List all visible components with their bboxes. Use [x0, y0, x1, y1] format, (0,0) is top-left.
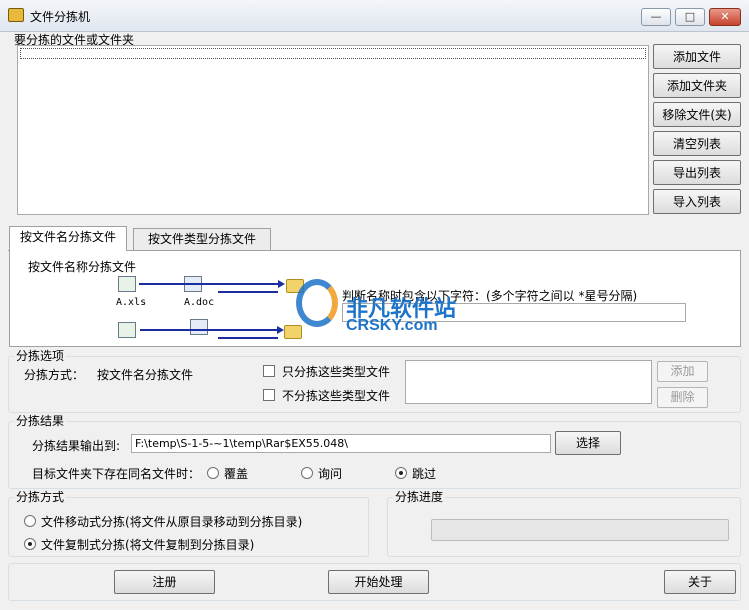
tab-panel-heading: 按文件名称分拣文件 [28, 260, 137, 274]
skip-radio[interactable] [395, 467, 407, 479]
output-path-field[interactable]: F:\temp\S-1-5-~1\temp\Rar$EX55.048\ [131, 434, 551, 453]
maximize-button[interactable]: □ [675, 8, 705, 26]
file-list[interactable] [17, 45, 649, 215]
move-mode-radio[interactable] [24, 515, 36, 527]
excel-file-icon [118, 322, 136, 338]
output-path-label: 分拣结果输出到: [32, 439, 121, 453]
minimize-button[interactable]: — [641, 8, 671, 26]
title-bar[interactable] [0, 0, 749, 32]
add-folder-button[interactable]: 添加文件夹 [653, 73, 741, 98]
app-icon [8, 8, 24, 22]
add-file-button[interactable]: 添加文件 [653, 44, 741, 69]
export-list-button[interactable]: 导出列表 [653, 160, 741, 185]
tab-by-filetype[interactable]: 按文件类型分拣文件 [133, 228, 271, 250]
except-types-label: 不分拣这些类型文件 [282, 389, 391, 403]
file-name-doc: A.doc [184, 297, 215, 308]
folder-icon [284, 325, 302, 339]
choose-output-button[interactable]: 选择 [555, 431, 621, 455]
progress-bar [431, 519, 729, 541]
start-button[interactable]: 开始处理 [328, 570, 429, 594]
import-list-button[interactable]: 导入列表 [653, 189, 741, 214]
arrow-line [140, 329, 278, 331]
arrow-head [277, 326, 284, 334]
existing-file-label: 目标文件夹下存在同名文件时： [32, 467, 201, 481]
add-type-button[interactable]: 添加 [657, 361, 708, 382]
copy-mode-radio[interactable] [24, 538, 36, 550]
skip-label: 跳过 [412, 467, 437, 481]
window-title: 文件分拣机 [30, 10, 91, 24]
only-types-label: 只分拣这些类型文件 [282, 365, 391, 379]
result-group-label: 分拣结果 [14, 414, 67, 428]
except-types-checkbox[interactable] [263, 389, 275, 401]
list-focus-row [20, 48, 646, 59]
options-group-label: 分拣选项 [14, 349, 67, 363]
overwrite-label: 覆盖 [224, 467, 249, 481]
overwrite-radio[interactable] [207, 467, 219, 479]
output-path-value: F:\temp\S-1-5-~1\temp\Rar$EX55.048\ [135, 437, 349, 450]
remove-file-button[interactable]: 移除文件(夹) [653, 102, 741, 127]
file-types-textbox[interactable] [405, 360, 652, 404]
delete-type-button[interactable]: 删除 [657, 387, 708, 408]
progress-group-label: 分拣进度 [393, 490, 446, 504]
copy-mode-label: 文件复制式分拣(将文件复制到分拣目录) [41, 538, 255, 552]
arrow-line [139, 283, 279, 285]
close-button[interactable]: ✕ [709, 8, 741, 26]
register-button[interactable]: 注册 [114, 570, 215, 594]
watermark-logo-icon [296, 279, 338, 327]
arrow-line [218, 291, 278, 293]
only-types-checkbox[interactable] [263, 365, 275, 377]
sort-method-value: 按文件名分拣文件 [97, 368, 194, 382]
tab-by-filename[interactable]: 按文件名分拣文件 [9, 226, 127, 251]
arrow-line [218, 337, 278, 339]
excel-file-icon [118, 276, 136, 292]
ask-label: 询问 [318, 467, 343, 481]
arrow-head [278, 280, 285, 288]
move-mode-label: 文件移动式分拣(将文件从原目录移动到分拣目录) [41, 515, 303, 529]
sort-method-label: 分拣方式： [24, 368, 85, 382]
word-file-icon [190, 319, 208, 335]
mode-group-label: 分拣方式 [14, 490, 67, 504]
clear-list-button[interactable]: 清空列表 [653, 131, 741, 156]
ask-radio[interactable] [301, 467, 313, 479]
watermark-url: CRSKY.com [346, 317, 438, 334]
file-name-xls: A.xls [116, 297, 147, 308]
about-button[interactable]: 关于 [664, 570, 736, 594]
